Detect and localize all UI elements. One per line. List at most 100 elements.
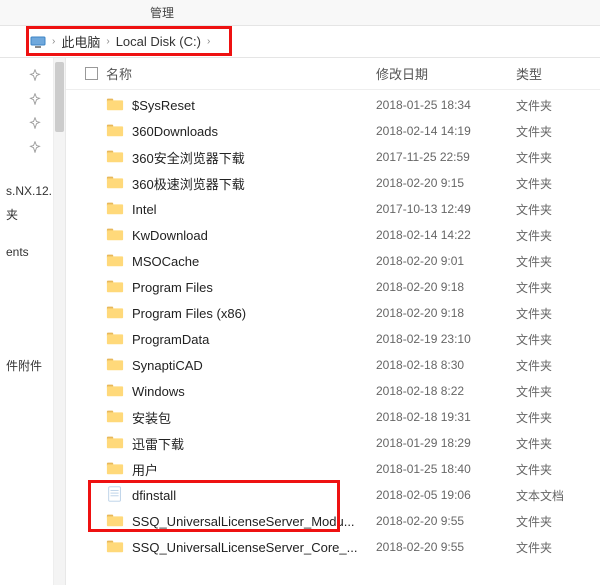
table-row[interactable]: 360安全浏览器下载2017-11-25 22:59文件夹 [66, 144, 600, 170]
folder-icon [106, 407, 126, 427]
folder-icon [106, 537, 126, 557]
file-type: 文件夹 [516, 461, 600, 478]
file-name: SynaptiCAD [132, 358, 376, 373]
file-date: 2017-11-25 22:59 [376, 150, 516, 164]
file-name: dfinstall [132, 488, 376, 503]
chevron-right-icon[interactable]: › [205, 36, 212, 47]
file-name: Intel [132, 202, 376, 217]
file-name: 用户 [132, 460, 376, 479]
folder-icon [106, 225, 126, 245]
column-header-name[interactable]: 名称 [106, 64, 376, 83]
file-type: 文件夹 [516, 357, 600, 374]
file-type: 文件夹 [516, 409, 600, 426]
ribbon-tabs: 管理 [0, 0, 600, 26]
file-name: ProgramData [132, 332, 376, 347]
folder-icon [106, 251, 126, 271]
table-row[interactable]: 360Downloads2018-02-14 14:19文件夹 [66, 118, 600, 144]
table-row[interactable]: 迅雷下载2018-01-29 18:29文件夹 [66, 430, 600, 456]
file-name: Windows [132, 384, 376, 399]
file-date: 2018-01-25 18:34 [376, 98, 516, 112]
file-name: $SysReset [132, 98, 376, 113]
table-row[interactable]: Intel2017-10-13 12:49文件夹 [66, 196, 600, 222]
file-type: 文件夹 [516, 201, 600, 218]
table-row[interactable]: Program Files (x86)2018-02-20 9:18文件夹 [66, 300, 600, 326]
table-row[interactable]: Windows2018-02-18 8:22文件夹 [66, 378, 600, 404]
file-date: 2018-02-20 9:01 [376, 254, 516, 268]
file-type: 文件夹 [516, 123, 600, 140]
file-date: 2018-02-14 14:19 [376, 124, 516, 138]
this-pc-icon [30, 34, 46, 50]
table-row[interactable]: 360极速浏览器下载2018-02-20 9:15文件夹 [66, 170, 600, 196]
file-type: 文件夹 [516, 253, 600, 270]
table-row[interactable]: ProgramData2018-02-19 23:10文件夹 [66, 326, 600, 352]
select-all-checkbox[interactable] [76, 67, 106, 80]
table-row[interactable]: MSOCache2018-02-20 9:01文件夹 [66, 248, 600, 274]
file-name: 360Downloads [132, 124, 376, 139]
table-row[interactable]: SSQ_UniversalLicenseServer_Modu...2018-0… [66, 508, 600, 534]
table-row[interactable]: KwDownload2018-02-14 14:22文件夹 [66, 222, 600, 248]
file-name: 360安全浏览器下载 [132, 148, 376, 167]
breadcrumb[interactable]: › 此电脑 › Local Disk (C:) › [30, 32, 212, 51]
file-date: 2017-10-13 12:49 [376, 202, 516, 216]
file-name: Program Files (x86) [132, 306, 376, 321]
breadcrumb-this-pc[interactable]: 此电脑 [61, 32, 100, 51]
chevron-right-icon[interactable]: › [104, 36, 111, 47]
file-type: 文件夹 [516, 227, 600, 244]
file-name: 迅雷下载 [132, 434, 376, 453]
file-date: 2018-02-18 8:30 [376, 358, 516, 372]
folder-icon [106, 459, 126, 479]
column-headers: 名称 修改日期 类型 [66, 58, 600, 90]
table-row[interactable]: Program Files2018-02-20 9:18文件夹 [66, 274, 600, 300]
folder-icon [106, 147, 126, 167]
file-date: 2018-02-20 9:55 [376, 514, 516, 528]
column-header-date[interactable]: 修改日期 [376, 64, 516, 83]
file-date: 2018-02-18 19:31 [376, 410, 516, 424]
pin-icon [29, 117, 43, 131]
table-row[interactable]: SSQ_UniversalLicenseServer_Core_...2018-… [66, 534, 600, 560]
file-name: KwDownload [132, 228, 376, 243]
file-type: 文件夹 [516, 513, 600, 530]
file-name: Program Files [132, 280, 376, 295]
ribbon-tab-manage[interactable]: 管理 [150, 4, 174, 21]
file-date: 2018-02-18 8:22 [376, 384, 516, 398]
pin-icon [29, 141, 43, 155]
navigation-pane[interactable]: s.NX.12. 夹 ents 件附件 [0, 58, 66, 585]
table-row[interactable]: 用户2018-01-25 18:40文件夹 [66, 456, 600, 482]
address-bar[interactable]: › 此电脑 › Local Disk (C:) › [0, 26, 600, 58]
file-type: 文件夹 [516, 305, 600, 322]
folder-icon [106, 277, 126, 297]
column-header-type[interactable]: 类型 [516, 64, 600, 83]
file-name: SSQ_UniversalLicenseServer_Modu... [132, 514, 376, 529]
folder-icon [106, 303, 126, 323]
file-date: 2018-02-19 23:10 [376, 332, 516, 346]
folder-icon [106, 355, 126, 375]
folder-icon [106, 121, 126, 141]
file-type: 文件夹 [516, 149, 600, 166]
pin-icon [29, 69, 43, 83]
table-row[interactable]: dfinstall2018-02-05 19:06文本文档 [66, 482, 600, 508]
pin-icon [29, 93, 43, 107]
folder-icon [106, 381, 126, 401]
file-date: 2018-02-20 9:18 [376, 280, 516, 294]
file-type: 文件夹 [516, 435, 600, 452]
sidebar-scrollbar[interactable] [53, 58, 65, 585]
folder-icon [106, 511, 126, 531]
file-name: SSQ_UniversalLicenseServer_Core_... [132, 540, 376, 555]
table-row[interactable]: SynaptiCAD2018-02-18 8:30文件夹 [66, 352, 600, 378]
breadcrumb-disk[interactable]: Local Disk (C:) [116, 34, 201, 49]
file-date: 2018-02-20 9:15 [376, 176, 516, 190]
file-date: 2018-02-14 14:22 [376, 228, 516, 242]
file-type: 文件夹 [516, 97, 600, 114]
table-row[interactable]: $SysReset2018-01-25 18:34文件夹 [66, 92, 600, 118]
file-type: 文件夹 [516, 279, 600, 296]
file-type: 文件夹 [516, 331, 600, 348]
file-date: 2018-02-20 9:18 [376, 306, 516, 320]
file-type: 文本文档 [516, 487, 600, 504]
table-row[interactable]: 安装包2018-02-18 19:31文件夹 [66, 404, 600, 430]
file-date: 2018-01-25 18:40 [376, 462, 516, 476]
file-date: 2018-01-29 18:29 [376, 436, 516, 450]
chevron-right-icon[interactable]: › [50, 36, 57, 47]
file-type: 文件夹 [516, 383, 600, 400]
scrollbar-thumb[interactable] [55, 62, 64, 132]
file-name: 360极速浏览器下载 [132, 174, 376, 193]
